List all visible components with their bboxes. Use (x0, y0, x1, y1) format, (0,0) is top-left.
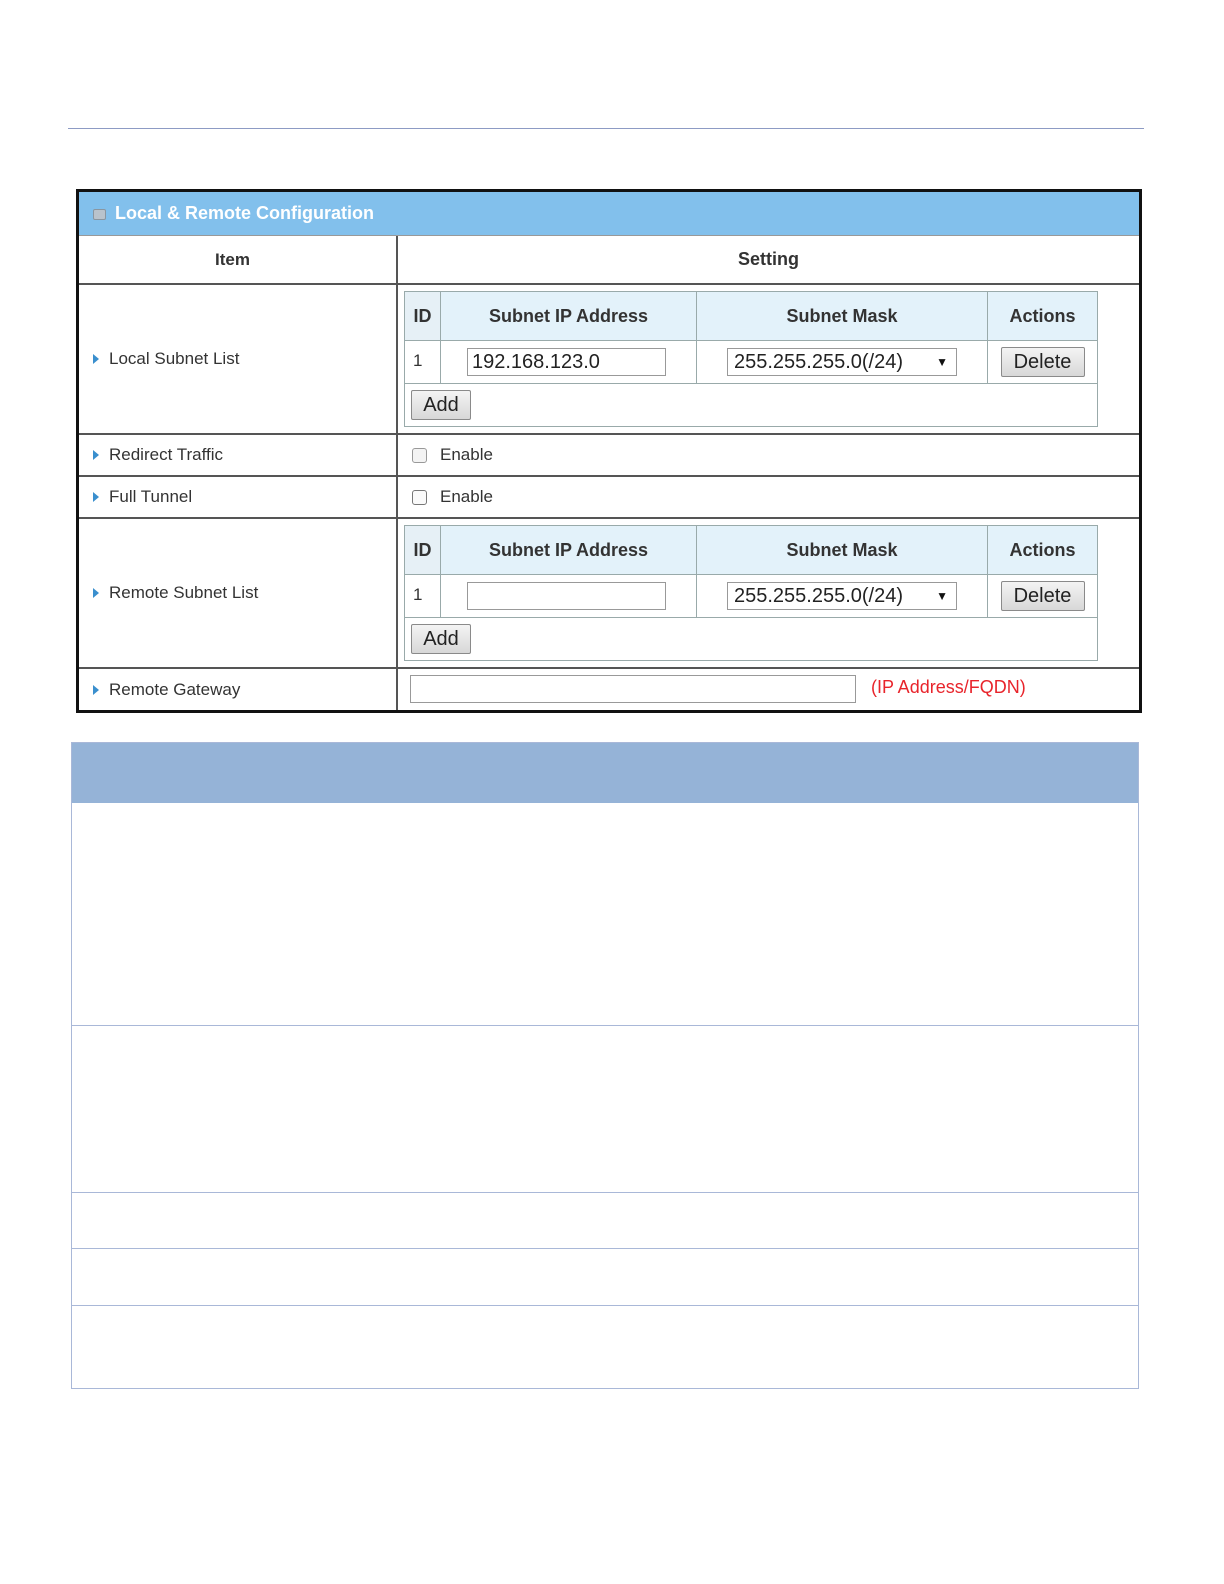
item-column-header: Item (79, 236, 398, 283)
description-row (72, 1192, 1138, 1248)
local-subnet-label: Local Subnet List (109, 349, 240, 368)
full-tunnel-label-cell: Full Tunnel (79, 477, 398, 517)
subnet-mask-column-header: Subnet Mask (697, 292, 988, 340)
remote-subnet-setting: ID Subnet IP Address Subnet Mask Actions… (398, 519, 1139, 667)
id-column-header: ID (405, 292, 441, 340)
redirect-traffic-setting: Enable (398, 435, 1139, 475)
subnet-ip-cell (441, 341, 697, 383)
row-id: 1 (405, 341, 441, 383)
dropdown-arrow-icon: ▼ (936, 589, 948, 603)
local-subnet-mask-select[interactable]: 255.255.255.0(/24) ▼ (727, 348, 957, 376)
local-remote-config-panel: Local & Remote Configuration Item Settin… (76, 189, 1142, 713)
full-tunnel-row: Full Tunnel Enable (79, 475, 1139, 517)
description-row (72, 1305, 1138, 1388)
delete-button[interactable]: Delete (1000, 347, 1085, 377)
column-header-row: Item Setting (79, 235, 1139, 283)
remote-subnet-label: Remote Subnet List (109, 583, 259, 602)
subnet-ip-column-header: Subnet IP Address (441, 526, 697, 574)
actions-column-header: Actions (1009, 539, 1076, 560)
remote-subnet-table: ID Subnet IP Address Subnet Mask Actions… (404, 525, 1098, 661)
full-tunnel-label: Full Tunnel (109, 487, 193, 506)
arrow-right-icon (93, 492, 99, 502)
description-table-header (72, 743, 1138, 803)
redirect-traffic-row: Redirect Traffic Enable (79, 433, 1139, 475)
subnet-mask-column-header: Subnet Mask (697, 526, 988, 574)
description-row (72, 1248, 1138, 1305)
subnet-mask-cell: 255.255.255.0(/24) ▼ (697, 575, 988, 617)
description-table (71, 742, 1139, 1389)
arrow-right-icon (93, 450, 99, 460)
remote-gateway-input[interactable] (410, 675, 856, 703)
remote-subnet-mask-select[interactable]: 255.255.255.0(/24) ▼ (727, 582, 957, 610)
add-local-subnet-button[interactable]: Add (411, 390, 471, 420)
description-row (72, 803, 1138, 1025)
dropdown-arrow-icon: ▼ (936, 355, 948, 369)
subnet-ip-cell (441, 575, 697, 617)
arrow-right-icon (93, 354, 99, 364)
redirect-traffic-label: Redirect Traffic (109, 445, 224, 464)
redirect-traffic-checkbox[interactable] (412, 447, 427, 463)
local-subnet-table: ID Subnet IP Address Subnet Mask Actions… (404, 291, 1098, 427)
subnet-table-header: ID Subnet IP Address Subnet Mask Actions (405, 292, 1097, 340)
subnet-ip-column-header: Subnet IP Address (441, 292, 697, 340)
remote-gateway-setting: (IP Address/FQDN) (398, 669, 1139, 710)
panel-collapse-icon[interactable] (93, 209, 106, 220)
full-tunnel-checkbox[interactable] (412, 489, 427, 505)
local-subnet-setting: ID Subnet IP Address Subnet Mask Actions… (398, 285, 1139, 433)
enable-label: Enable (440, 445, 493, 464)
arrow-right-icon (93, 684, 99, 695)
local-subnet-row: Local Subnet List ID Subnet IP Address S… (79, 283, 1139, 433)
selected-mask-value: 255.255.255.0(/24) (734, 584, 904, 607)
table-row: 1 255.255.255.0(/24) ▼ Delete (405, 340, 1097, 384)
enable-label: Enable (440, 487, 493, 506)
subnet-mask-cell: 255.255.255.0(/24) ▼ (697, 341, 988, 383)
actions-cell: Delete (988, 575, 1097, 617)
panel-header: Local & Remote Configuration (79, 192, 1139, 235)
subnet-table-header: ID Subnet IP Address Subnet Mask Actions (405, 526, 1097, 574)
remote-gateway-row: Remote Gateway (IP Address/FQDN) (79, 667, 1139, 710)
local-subnet-label-cell: Local Subnet List (79, 285, 398, 433)
remote-gateway-label-cell: Remote Gateway (79, 669, 398, 710)
id-column-header: ID (405, 526, 441, 574)
local-subnet-ip-input[interactable] (467, 348, 666, 376)
description-row (72, 1025, 1138, 1192)
table-row: 1 255.255.255.0(/24) ▼ Delete (405, 574, 1097, 618)
delete-button[interactable]: Delete (1000, 581, 1085, 611)
row-id: 1 (405, 575, 441, 617)
remote-subnet-label-cell: Remote Subnet List (79, 519, 398, 667)
arrow-right-icon (93, 588, 99, 598)
actions-cell: Delete (988, 341, 1097, 383)
selected-mask-value: 255.255.255.0(/24) (734, 350, 904, 373)
add-remote-subnet-button[interactable]: Add (411, 624, 471, 654)
panel-title: Local & Remote Configuration (115, 203, 375, 223)
remote-subnet-row: Remote Subnet List ID Subnet IP Address … (79, 517, 1139, 667)
actions-column-header: Actions (1009, 305, 1076, 326)
remote-gateway-label: Remote Gateway (109, 679, 241, 699)
setting-column-header: Setting (738, 249, 799, 269)
remote-gateway-hint: (IP Address/FQDN) (871, 677, 1026, 697)
full-tunnel-setting: Enable (398, 477, 1139, 517)
redirect-traffic-label-cell: Redirect Traffic (79, 435, 398, 475)
page-top-rule (68, 128, 1144, 129)
remote-subnet-ip-input[interactable] (467, 582, 666, 610)
